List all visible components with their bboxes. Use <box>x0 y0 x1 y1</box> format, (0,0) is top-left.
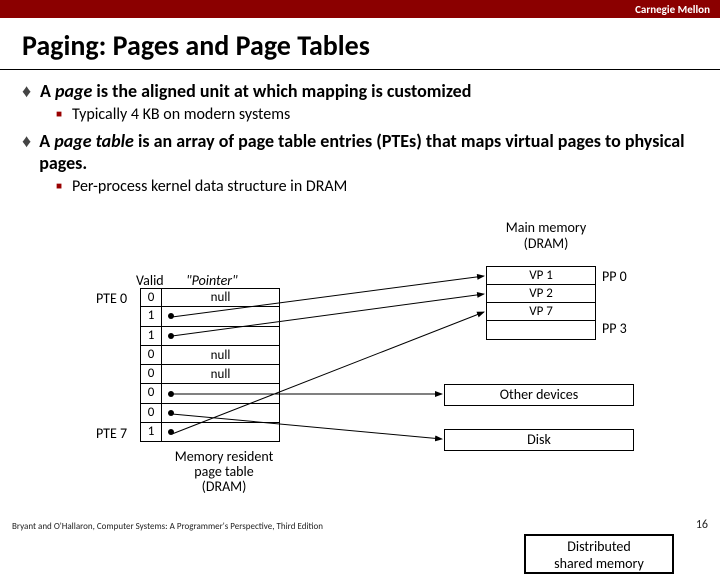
page-number: 16 <box>696 518 708 532</box>
valid-cell: 1 <box>140 423 162 442</box>
valid-cell: 1 <box>140 307 162 326</box>
content-area: ♦ A page is the aligned unit at which ma… <box>0 70 720 196</box>
top-bar: Carnegie Mellon <box>0 0 720 18</box>
pointer-dot-icon <box>168 333 174 339</box>
brand: Carnegie Mellon <box>635 3 710 16</box>
pte-0-label: PTE 0 <box>96 290 127 307</box>
dsm-box: Distributed shared memory <box>524 534 674 574</box>
mm-row: VP 2 <box>487 285 595 303</box>
ptr-cell <box>162 423 280 442</box>
bullet-marker-icon: ♦ <box>22 130 39 174</box>
page-table-caption: Memory resident page table (DRAM) <box>159 449 289 494</box>
diagram: PTE 0 PTE 7 Valid "Pointer" 0 1 1 0 0 0 … <box>24 274 704 534</box>
valid-column: 0 1 1 0 0 0 0 1 <box>140 288 162 442</box>
pointer-dot-icon <box>168 313 174 319</box>
valid-header: Valid <box>136 272 164 289</box>
bullet-1-text: A page is the aligned unit at which mapp… <box>40 80 471 102</box>
ptr-cell <box>162 327 280 346</box>
ptr-cell <box>162 404 280 423</box>
other-devices-box: Other devices <box>444 384 634 406</box>
pointer-dot-icon <box>168 410 174 416</box>
bullet-1: ♦ A page is the aligned unit at which ma… <box>22 80 706 102</box>
valid-cell: 0 <box>140 404 162 423</box>
pte-7-label: PTE 7 <box>96 425 127 442</box>
ptr-cell: null <box>162 346 280 365</box>
disk-box: Disk <box>444 429 634 451</box>
footer-citation: Bryant and O'Hallaron, Computer Systems:… <box>12 521 323 532</box>
pointer-dot-icon <box>168 429 174 435</box>
bullet-2-text: A page table is an array of page table e… <box>39 130 706 174</box>
mm-row: VP 1 <box>487 267 595 285</box>
valid-cell: 0 <box>140 288 162 307</box>
pointer-header: "Pointer" <box>186 272 238 289</box>
ptr-cell: null <box>162 288 280 307</box>
slide-title: Paging: Pages and Page Tables <box>0 18 720 69</box>
pp0-label: PP 0 <box>602 268 627 285</box>
pointer-column: null null null <box>162 288 280 442</box>
sub-bullet-2: ■ Per-process kernel data structure in D… <box>56 177 706 196</box>
valid-cell: 0 <box>140 346 162 365</box>
main-memory-header: Main memory (DRAM) <box>486 220 606 252</box>
sub-bullet-marker-icon: ■ <box>56 177 72 196</box>
main-memory-box: VP 1 VP 2 VP 7 <box>486 266 596 340</box>
ptr-cell: null <box>162 365 280 384</box>
pp3-label: PP 3 <box>602 320 627 337</box>
sub-bullet-marker-icon: ■ <box>56 105 72 124</box>
bullet-marker-icon: ♦ <box>22 80 40 102</box>
sub-bullet-1: ■ Typically 4 KB on modern systems <box>56 105 706 124</box>
valid-cell: 0 <box>140 365 162 384</box>
bullet-2: ♦ A page table is an array of page table… <box>22 130 706 174</box>
ptr-cell <box>162 384 280 403</box>
valid-cell: 1 <box>140 327 162 346</box>
ptr-cell <box>162 307 280 326</box>
mm-row <box>487 321 595 339</box>
pointer-dot-icon <box>168 391 174 397</box>
mm-row: VP 7 <box>487 303 595 321</box>
valid-cell: 0 <box>140 384 162 403</box>
